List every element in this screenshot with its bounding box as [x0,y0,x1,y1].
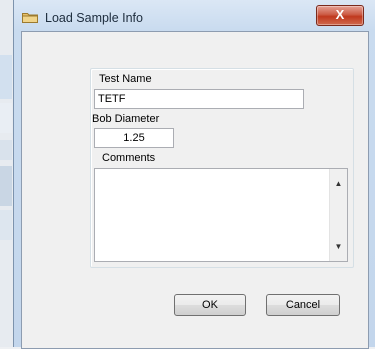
background-strip [0,210,12,240]
comments-label: Comments [102,152,156,164]
background-window-edge [0,0,14,347]
folder-icon [22,11,38,23]
window-title: Load Sample Info [45,11,143,25]
background-strip [0,140,12,160]
bob-diameter-label: Bob Diameter [92,113,160,125]
scroll-down-arrow-icon[interactable]: ▼ [330,238,347,255]
cancel-button[interactable]: Cancel [266,294,340,316]
scroll-up-arrow-icon[interactable]: ▲ [330,175,347,192]
test-name-input[interactable]: TETF [94,89,304,109]
sample-info-group: Test Name TETF Bob Diameter 1.25 Comment… [90,68,354,268]
load-sample-info-dialog: Load Sample Info X Test Name TETF Bob Di… [13,0,375,349]
background-strip [0,166,12,206]
close-button[interactable]: X [316,5,364,26]
bob-diameter-input[interactable]: 1.25 [94,128,174,148]
background-strip [0,103,12,133]
ok-button[interactable]: OK [174,294,246,316]
comments-scrollbar[interactable]: ▲ ▼ [329,169,347,261]
close-icon: X [335,7,345,22]
comments-textarea[interactable]: ▲ ▼ [94,168,348,262]
background-strip [0,55,12,99]
test-name-label: Test Name [99,73,152,85]
dialog-client-area: Test Name TETF Bob Diameter 1.25 Comment… [21,31,369,349]
